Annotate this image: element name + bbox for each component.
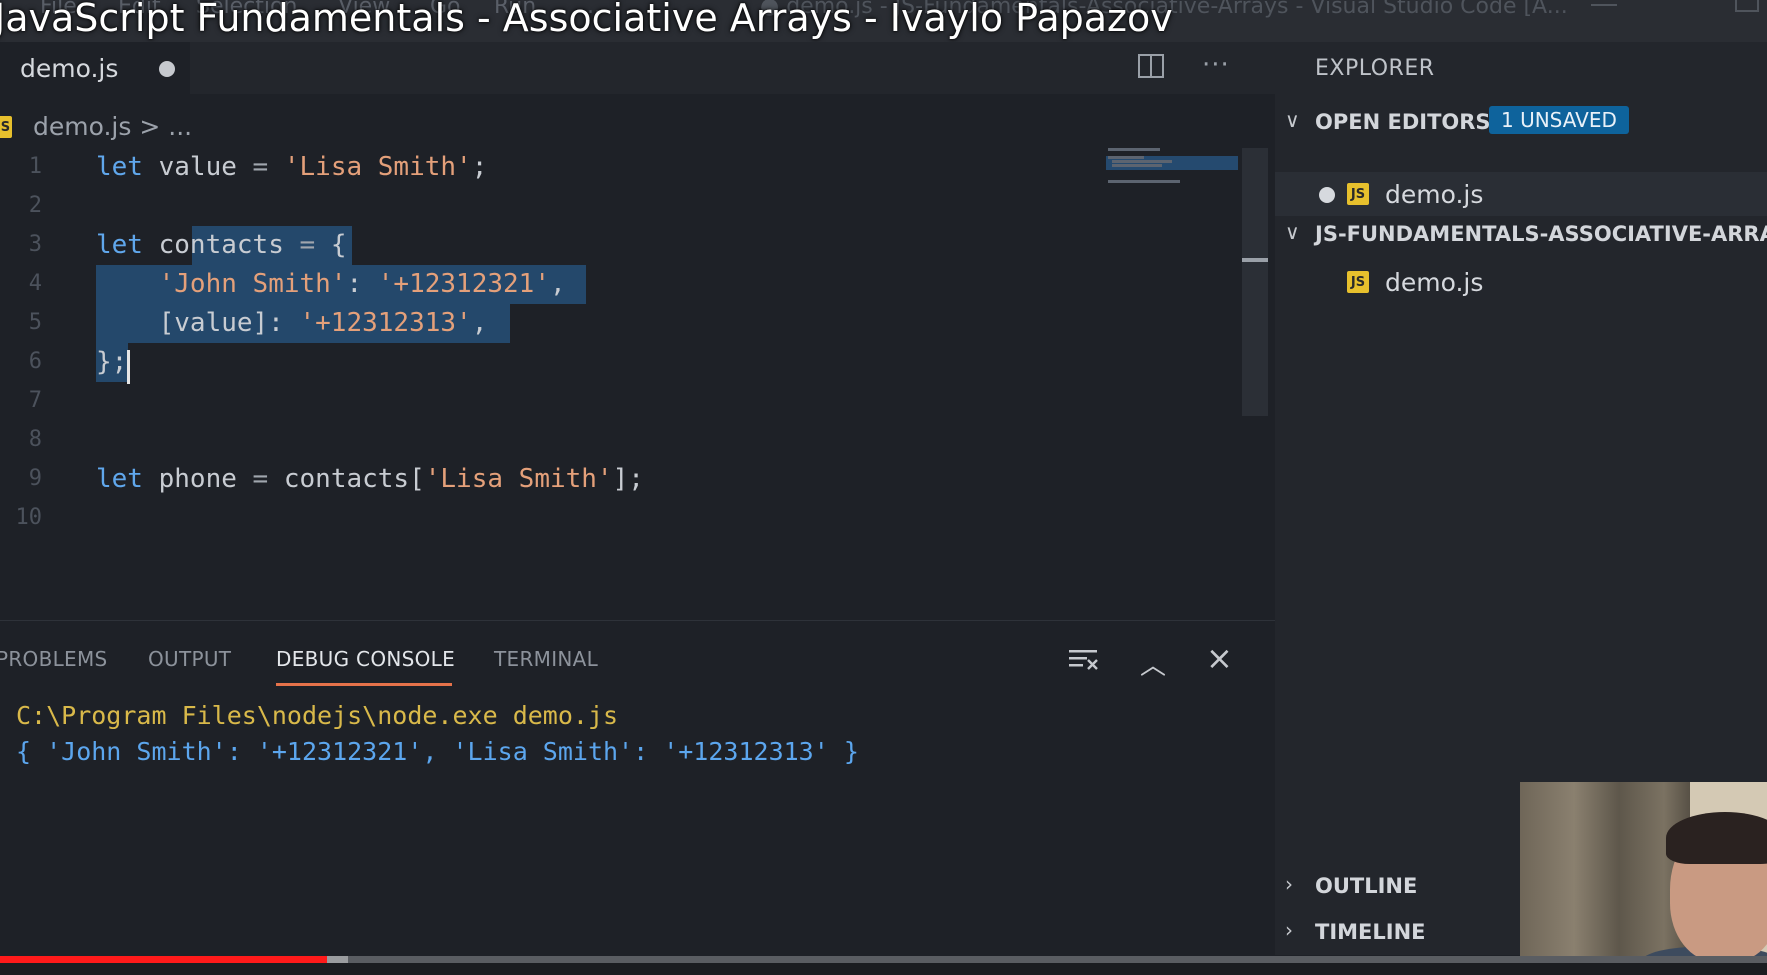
code-line[interactable]: 3 let contacts = { xyxy=(0,226,1100,265)
code-line[interactable]: 5 [value]: '+12312313', xyxy=(0,304,1100,343)
line-number: 6 xyxy=(28,349,42,374)
code-text: [value]: '+12312313', xyxy=(96,308,488,338)
chevron-right-icon: › xyxy=(1285,872,1293,896)
presenter-hair xyxy=(1666,812,1767,864)
text-cursor xyxy=(127,350,130,384)
console-line: C:\Program Files\nodejs\node.exe demo.js xyxy=(16,701,619,730)
split-editor-icon[interactable] xyxy=(1138,54,1164,78)
code-line[interactable]: 9 let phone = contacts['Lisa Smith']; xyxy=(0,460,1100,499)
minimap-line xyxy=(1112,164,1162,167)
maximize-panel-icon[interactable]: ︿ xyxy=(1140,645,1166,682)
code-line[interactable]: 1 let value = 'Lisa Smith'; xyxy=(0,148,1100,187)
code-text: let phone = contacts['Lisa Smith']; xyxy=(96,464,644,494)
line-number: 8 xyxy=(28,427,42,452)
open-editor-item[interactable]: JS demo.js xyxy=(1275,172,1767,216)
chevron-down-icon: ∨ xyxy=(1285,220,1300,244)
ellipsis-icon[interactable]: ··· xyxy=(1202,50,1230,80)
explorer-title: EXPLORER xyxy=(1315,56,1435,81)
code-line[interactable]: 4 'John Smith': '+12312321', xyxy=(0,265,1100,304)
open-editors-section[interactable]: ∨ OPEN EDITORS 1 UNSAVED xyxy=(1275,102,1767,142)
breadcrumb-file-label: demo.js xyxy=(33,112,132,141)
tab-terminal[interactable]: TERMINAL xyxy=(494,647,598,671)
code-line[interactable]: 10 xyxy=(0,499,1100,538)
line-number: 9 xyxy=(28,466,42,491)
editor-scrollbar[interactable] xyxy=(1242,148,1268,416)
tab-debug-console[interactable]: DEBUG CONSOLE xyxy=(276,647,455,671)
line-number: 5 xyxy=(28,310,42,335)
editor-tab-bar: demo.js xyxy=(0,42,1275,94)
file-name: demo.js xyxy=(1385,268,1484,297)
bottom-panel: PROBLEMS OUTPUT DEBUG CONSOLE TERMINAL ︿… xyxy=(0,620,1275,956)
file-name: demo.js xyxy=(1385,180,1484,209)
line-number: 2 xyxy=(28,193,42,218)
clear-console-icon[interactable] xyxy=(1069,647,1099,671)
line-number: 10 xyxy=(15,505,43,530)
js-file-icon: JS xyxy=(0,116,12,138)
folder-file-item[interactable]: JS demo.js xyxy=(1275,260,1767,304)
unsaved-dot-icon[interactable] xyxy=(1319,187,1335,203)
breadcrumb-rest[interactable]: ... xyxy=(168,112,192,141)
code-text: let value = 'Lisa Smith'; xyxy=(96,152,488,182)
tab-label: demo.js xyxy=(20,54,119,83)
code-line[interactable]: 8 xyxy=(0,421,1100,460)
outline-label: OUTLINE xyxy=(1315,874,1418,898)
line-number: 7 xyxy=(28,388,42,413)
line-number: 3 xyxy=(28,232,42,257)
minimap-line xyxy=(1108,148,1160,151)
tab-demo-js[interactable]: demo.js xyxy=(0,42,190,94)
code-editor[interactable]: 1 let value = 'Lisa Smith'; 2 3 let cont… xyxy=(0,148,1110,608)
line-number: 1 xyxy=(28,154,42,179)
js-file-icon: JS xyxy=(1347,183,1369,205)
folder-label: JS-FUNDAMENTALS-ASSOCIATIVE-ARRA... xyxy=(1315,222,1767,246)
timeline-label: TIMELINE xyxy=(1315,920,1426,944)
chevron-down-icon: ∨ xyxy=(1285,108,1300,132)
video-title: JavaScript Fundamentals - Associative Ar… xyxy=(0,0,1173,40)
code-line[interactable]: 6 }; xyxy=(0,343,1100,382)
minimap-line xyxy=(1112,160,1172,163)
minimap-line xyxy=(1108,180,1180,183)
breadcrumb-file[interactable]: demo.js > ... xyxy=(33,112,192,141)
player-controls-strip xyxy=(0,963,1767,975)
open-editors-label: OPEN EDITORS xyxy=(1315,110,1491,134)
chevron-right-icon: › xyxy=(1285,918,1293,942)
close-panel-icon[interactable]: × xyxy=(1206,639,1233,677)
code-text: let contacts = { xyxy=(96,230,347,260)
active-tab-indicator xyxy=(276,683,452,686)
minimap[interactable] xyxy=(1106,146,1240,206)
breadcrumb-separator: > xyxy=(139,112,161,141)
unsaved-dot-icon[interactable] xyxy=(159,61,175,77)
code-text: }; xyxy=(96,347,128,377)
video-progress-bar[interactable] xyxy=(0,956,1767,963)
tab-problems[interactable]: PROBLEMS xyxy=(0,647,108,671)
code-line[interactable]: 2 xyxy=(0,187,1100,226)
video-played-bar xyxy=(0,956,327,963)
restore-icon[interactable] xyxy=(1735,0,1759,12)
line-number: 4 xyxy=(28,271,42,296)
minimap-line xyxy=(1108,156,1144,159)
folder-section[interactable]: ∨ JS-FUNDAMENTALS-ASSOCIATIVE-ARRA... xyxy=(1275,214,1767,254)
unsaved-badge: 1 UNSAVED xyxy=(1489,106,1629,134)
code-line[interactable]: 7 xyxy=(0,382,1100,421)
js-file-icon: JS xyxy=(1347,271,1369,293)
minimize-icon[interactable] xyxy=(1591,4,1617,6)
code-text: 'John Smith': '+12312321', xyxy=(158,269,566,299)
webcam-video xyxy=(1520,782,1767,975)
scrollbar-thumb[interactable] xyxy=(1242,258,1268,262)
console-line: { 'John Smith': '+12312321', 'Lisa Smith… xyxy=(16,737,859,766)
tab-output[interactable]: OUTPUT xyxy=(148,647,231,671)
